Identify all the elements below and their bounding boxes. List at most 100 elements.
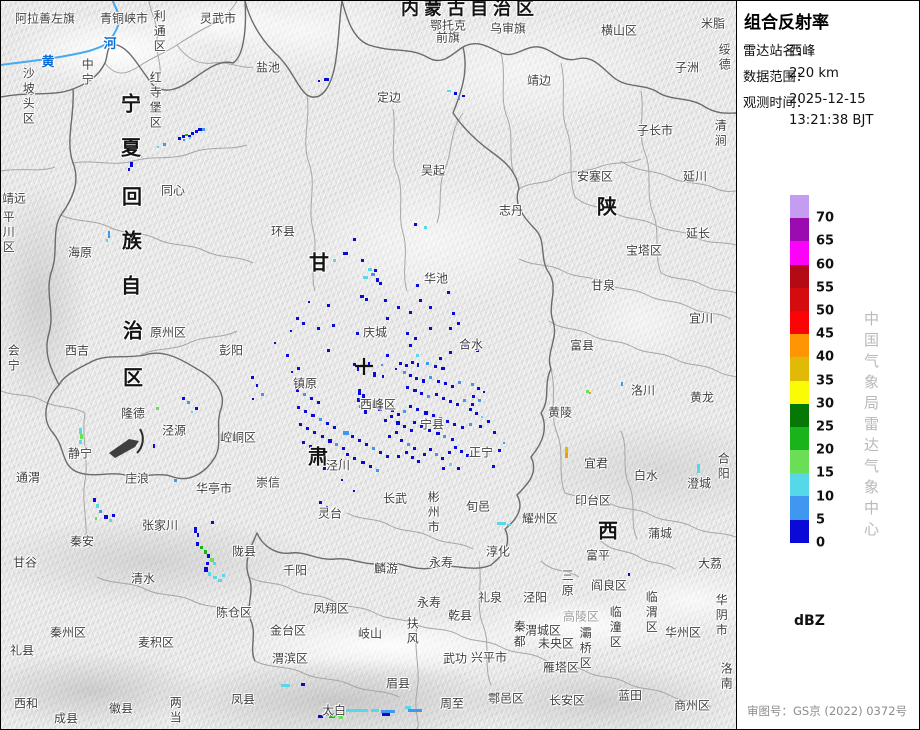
echo-dot <box>358 389 361 395</box>
echo-dot <box>157 146 159 148</box>
echo-dot <box>479 425 482 428</box>
echo-dot <box>351 435 354 438</box>
echo-dot <box>222 574 225 577</box>
station-value: 西峰 <box>789 44 816 59</box>
dark-ridge-mark <box>109 428 144 458</box>
legend-color-swatch <box>790 310 809 335</box>
echo-dot <box>304 410 307 413</box>
echo-dot <box>361 461 365 464</box>
echo-dot <box>385 405 388 408</box>
echo-dot <box>346 709 368 712</box>
province-boundaries <box>1 1 736 662</box>
echo-dot <box>406 332 409 335</box>
range-value: 220 km <box>789 66 839 81</box>
legend-color-swatch <box>790 241 809 265</box>
echo-dot <box>441 457 444 460</box>
echo-dot <box>296 389 299 392</box>
echo-dot <box>386 455 389 458</box>
legend-tick-label: 35 <box>816 373 835 389</box>
echo-dot <box>95 517 97 520</box>
echo-dot <box>457 467 460 470</box>
echo-dot <box>341 479 343 481</box>
echo-dot <box>493 431 496 434</box>
echo-dot <box>128 168 130 171</box>
echo-dot <box>96 504 99 508</box>
legend-color-swatch <box>790 403 809 427</box>
echo-dot <box>379 451 382 454</box>
echo-dot <box>382 713 390 716</box>
echo-dot <box>420 425 423 428</box>
echo-dot <box>208 572 211 576</box>
echo-dot <box>436 432 440 435</box>
echo-dot <box>414 223 417 226</box>
legend-color-swatch <box>790 450 809 474</box>
echo-dot <box>451 385 454 388</box>
echo-dot <box>469 423 472 426</box>
echo-dot <box>420 392 423 395</box>
echo-dot <box>357 367 359 371</box>
echo-dot <box>365 443 368 446</box>
echo-dot <box>281 684 290 687</box>
echo-dot <box>432 414 435 417</box>
echo-dot <box>451 438 454 441</box>
legend-tick-label: 5 <box>816 512 826 528</box>
echo-dot <box>395 368 397 370</box>
echo-dot <box>424 226 427 229</box>
echo-dot <box>487 420 490 423</box>
echo-dot <box>261 393 264 396</box>
legend-tick-label: 60 <box>816 257 835 273</box>
echo-dot <box>365 298 368 301</box>
echo-dot <box>376 469 379 472</box>
echo-dot <box>478 399 481 402</box>
echo-dot <box>319 501 322 504</box>
echo-dot <box>481 416 483 418</box>
echo-dot <box>388 435 391 438</box>
echo-dot <box>384 299 387 302</box>
echo-dot <box>449 351 452 354</box>
echo-dot <box>319 418 322 421</box>
echo-dot <box>407 443 410 446</box>
echo-dot <box>153 444 155 448</box>
echo-dot <box>471 403 474 406</box>
echo-dot <box>99 510 102 513</box>
echo-dot <box>372 447 375 450</box>
echo-dot <box>306 427 309 430</box>
echo-dot <box>218 579 222 582</box>
echo-dot <box>301 683 305 686</box>
echo-dot <box>417 460 420 463</box>
echo-dot <box>156 407 159 410</box>
echo-dot <box>371 709 379 712</box>
echo-dot <box>252 398 254 400</box>
echo-dot <box>104 515 108 519</box>
legend-tick-label: 40 <box>816 349 835 365</box>
echo-dot <box>290 330 292 332</box>
echo-dot <box>413 389 417 392</box>
legend-tick-label: 65 <box>816 233 835 249</box>
echo-dot <box>410 429 413 432</box>
legend-color-swatch <box>790 264 809 288</box>
echo-dot <box>424 411 428 415</box>
map-license-number: 审图号：GS京 (2022) 0372号 <box>746 704 908 718</box>
echo-dot <box>363 276 368 279</box>
echo-dot <box>189 137 191 139</box>
info-panel: 组合反射率 雷达站名： 西峰 数据范围： 220 km 观测时间： 2025-1… <box>736 1 919 729</box>
echo-dot <box>442 397 445 400</box>
echo-dot <box>187 401 190 404</box>
echo-dot <box>379 282 382 285</box>
echo-dot <box>460 450 463 453</box>
echo-dot <box>449 463 452 466</box>
echo-dot <box>333 426 336 429</box>
echo-dot <box>361 259 364 262</box>
echo-dot <box>391 409 394 412</box>
echo-dot <box>429 306 432 309</box>
echo-dot <box>356 332 359 335</box>
echo-dot <box>353 457 356 460</box>
echo-dot <box>297 367 300 370</box>
echo-dot <box>406 386 409 389</box>
echo-dot <box>449 327 452 330</box>
echo-dot <box>368 362 370 365</box>
echo-dot <box>471 383 474 386</box>
echo-dot <box>106 239 108 242</box>
legend-tick-label: 0 <box>816 535 826 551</box>
echo-dot <box>503 442 505 444</box>
